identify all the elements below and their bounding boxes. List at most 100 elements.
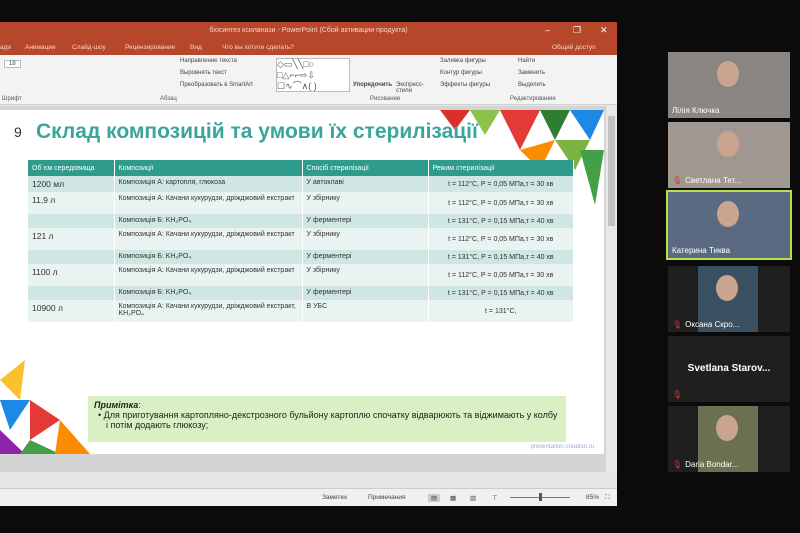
method-cell: У збірнику xyxy=(302,192,429,214)
fit-slide-icon[interactable]: ⛶ xyxy=(605,494,610,502)
note-title: Примітка xyxy=(94,400,139,410)
comments-button[interactable]: Примечания xyxy=(368,494,406,501)
method-cell: У збірнику xyxy=(302,228,429,250)
method-cell: В УБС xyxy=(302,300,429,322)
participant-name: Daria Bondar... xyxy=(685,460,739,469)
volume-cell: 10900 л xyxy=(28,300,115,322)
replace-button[interactable]: Заменить xyxy=(518,70,545,76)
mode-cell: t = 131°C, P = 0,15 МПа,τ = 40 хв xyxy=(428,250,574,264)
composition-cell: Композиція Б: KH₂PO₄ xyxy=(114,214,303,228)
note-box: Примітка: • Для приготування картопляно-… xyxy=(88,396,566,442)
shape-outline-button[interactable]: Контур фигуры xyxy=(440,70,482,76)
composition-cell: Композиція А: Качани кукурудзи, дріжджов… xyxy=(114,192,303,214)
mode-cell: t = 112°C, P = 0,05 МПа,τ = 30 хв xyxy=(428,228,574,250)
participant-tile[interactable]: Катерина Тиква xyxy=(666,190,792,260)
volume-cell: 11,9 л xyxy=(28,192,115,214)
select-button[interactable]: Выделить xyxy=(518,82,546,88)
slide-title: Склад композицій та умови їх стерилізаці… xyxy=(36,120,478,143)
vertical-scrollbar[interactable] xyxy=(606,106,617,472)
mode-cell: t = 131°C, xyxy=(428,300,574,322)
table-row: Композиція Б: KH₂PO₄ У ферментері t = 131°… xyxy=(28,250,574,264)
mode-cell: t = 131°C, P = 0,15 МПа,τ = 40 хв xyxy=(428,214,574,228)
method-cell: У ферментері xyxy=(302,214,429,228)
participant-tile[interactable]: Лілія Ключка xyxy=(668,52,790,118)
shape-fill-button[interactable]: Заливка фигуры xyxy=(440,58,486,64)
volume-cell: 1100 л xyxy=(28,264,115,286)
table-row: Композиція Б: KH₂PO₄ У ферментері t = 131°… xyxy=(28,214,574,228)
shape-effects-button[interactable]: Эффекты фигуры xyxy=(440,82,490,88)
slide-sorter-icon[interactable]: ▦ xyxy=(450,494,456,502)
close-button[interactable]: ✕ xyxy=(600,25,608,36)
method-cell: У автоклаві xyxy=(302,176,429,192)
font-size-box[interactable]: 18 xyxy=(4,60,21,68)
participant-tile[interactable]: 🎙 Светлана Тет... xyxy=(668,122,790,188)
mode-cell: t = 131°C, P = 0,15 МПа,τ = 40 хв xyxy=(428,286,574,300)
composition-cell: Композиція А: картопля, глюкоза xyxy=(114,176,303,192)
composition-cell: Композиція А: Качани кукурудзи, дріжджов… xyxy=(114,228,303,250)
volume-cell xyxy=(28,214,115,228)
participant-name: Лілія Ключка xyxy=(672,106,720,115)
align-text-button[interactable]: Выровнять текст xyxy=(180,70,227,76)
find-button[interactable]: Найти xyxy=(518,58,535,64)
zoom-slider-knob[interactable] xyxy=(538,493,542,501)
header-method: Спосіб стерилізації xyxy=(302,160,429,176)
scrollbar-thumb[interactable] xyxy=(608,116,615,226)
window-title: біосинтез ксиланази - PowerPoint (Сбой а… xyxy=(209,27,408,34)
watermark: presentation-creation.ru xyxy=(530,444,594,450)
header-volume: Об`єм середовища xyxy=(28,160,115,176)
composition-cell: Композиція А: Качани кукурудзи, дріжджов… xyxy=(114,300,303,322)
sterilization-table: Об`єм середовища Композиції Спосіб стери… xyxy=(28,160,574,322)
composition-cell: Композиція Б: KH₂PO₄ xyxy=(114,250,303,264)
composition-cell: Композиція А: Качани кукурудзи, дріжджов… xyxy=(114,264,303,286)
table-row: 1200 мл Композиція А: картопля, глюкоза У … xyxy=(28,176,574,192)
volume-cell xyxy=(28,250,115,264)
text-direction-button[interactable]: Направление текста xyxy=(180,58,237,64)
zoom-level[interactable]: 85% xyxy=(586,494,599,501)
slide[interactable]: 9 Склад композицій та умови їх стериліза… xyxy=(0,110,604,454)
participant-tile[interactable]: Svetlana Starov...🎙Svetlana Starov... xyxy=(668,336,790,402)
decorative-triangles-bottom xyxy=(0,360,90,454)
table-row: 1100 л Композиція А: Качани кукурудзи, др… xyxy=(28,264,574,286)
mode-cell: t = 112°C, P = 0,05 МПа,τ = 30 хв xyxy=(428,192,574,214)
volume-cell: 121 л xyxy=(28,228,115,250)
status-bar: Заметки Примечания ▤ ▦ ▥ ⊤ 85% ⛶ xyxy=(0,488,617,506)
muted-mic-icon: 🎙 xyxy=(672,390,683,399)
minimize-button[interactable]: – xyxy=(545,25,550,35)
smartart-button[interactable]: Преобразовать в SmartArt xyxy=(180,82,253,88)
participant-name: Светлана Тет... xyxy=(685,176,742,185)
muted-mic-icon: 🎙 xyxy=(672,176,683,185)
notes-button[interactable]: Заметки xyxy=(322,494,347,501)
normal-view-icon[interactable]: ▤ xyxy=(428,494,441,502)
tell-me-input[interactable]: Что вы хотите сделать? xyxy=(222,44,294,51)
participant-tile[interactable]: 🎙 Daria Bondar... xyxy=(668,406,790,472)
arrange-button[interactable]: Упорядочить xyxy=(353,82,392,88)
group-drawing-label: Рисование xyxy=(370,96,401,102)
table-row: Композиція Б: KH₂PO₄ У ферментері t = 131°… xyxy=(28,286,574,300)
slide-number: 9 xyxy=(14,124,22,140)
restore-button[interactable]: ❐ xyxy=(573,25,581,36)
table-row: 11,9 л Композиція А: Качани кукурудзи, др… xyxy=(28,192,574,214)
shapes-gallery[interactable]: ◇▭╲╲□○ □△⌐⌐⇨⇩ ☐∿⌒∧( ) xyxy=(276,58,350,92)
tab-animation[interactable]: Анимация xyxy=(25,44,56,51)
tab-view[interactable]: Вид xyxy=(190,44,202,51)
method-cell: У ферментері xyxy=(302,250,429,264)
tab-transitions[interactable]: ади xyxy=(0,44,11,51)
slideshow-icon[interactable]: ⊤ xyxy=(492,494,498,502)
share-button[interactable]: Общий доступ xyxy=(552,44,596,51)
note-text: Для приготування картопляно-декстрозного… xyxy=(103,410,558,430)
tab-review[interactable]: Рецензирование xyxy=(125,44,175,51)
method-cell: У збірнику xyxy=(302,264,429,286)
group-editing-label: Редактирование xyxy=(510,96,556,102)
table-row: 10900 л Композиція А: Качани кукурудзи, д… xyxy=(28,300,574,322)
tab-slideshow[interactable]: Слайд-шоу xyxy=(72,44,106,51)
quick-styles-button[interactable]: Экспресс-стили xyxy=(396,82,428,94)
header-composition: Композиції xyxy=(114,160,303,176)
powerpoint-window: біосинтез ксиланази - PowerPoint (Сбой а… xyxy=(0,22,617,506)
participant-name: Оксана Скро... xyxy=(685,320,740,329)
reading-view-icon[interactable]: ▥ xyxy=(470,494,476,502)
composition-cell: Композиція Б: KH₂PO₄ xyxy=(114,286,303,300)
participant-tile[interactable]: 🎙 Оксана Скро... xyxy=(668,266,790,332)
table-row: 121 л Композиція А: Качани кукурудзи, дрі… xyxy=(28,228,574,250)
ribbon: 18 Направление текста Выровнять текст Пр… xyxy=(0,55,617,105)
muted-mic-icon: 🎙 xyxy=(672,460,683,469)
